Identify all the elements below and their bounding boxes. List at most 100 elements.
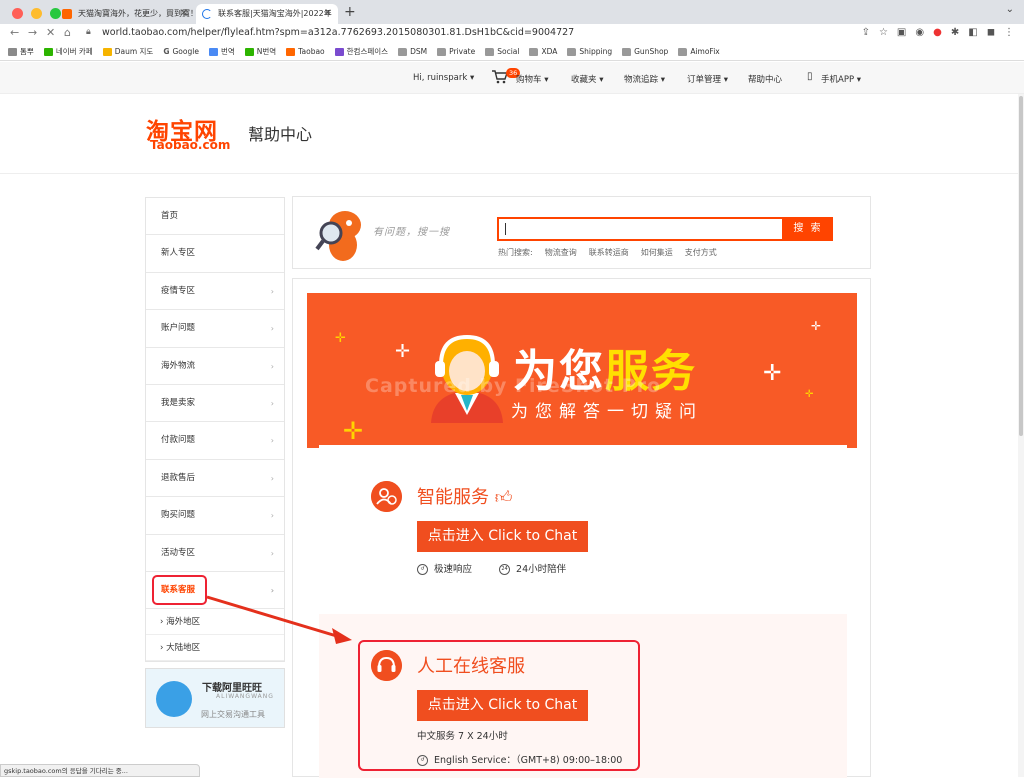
extension-icon[interactable]: ◉ [915,27,924,38]
orders-menu[interactable]: 订单管理 ▾ [687,73,728,85]
wangwang-title: 下载阿里旺旺 [202,683,262,694]
url-field[interactable]: world.taobao.com/helper/flyleaf.htm?spm=… [102,27,574,38]
sidepanel-icon[interactable]: ◧ [968,27,977,38]
tracking-menu[interactable]: 物流追踪 ▾ [624,73,665,85]
close-window-button[interactable] [12,8,23,19]
favorites-menu[interactable]: 收藏夹 ▾ [571,73,603,85]
bookmark-folder[interactable]: GunShop [622,47,668,56]
bookmark-star-icon[interactable]: ☆ [879,27,888,38]
service-banner: 为您服务 为您解答一切疑问 ✛ ✛ ✛ ✛ ✛ ✛ [307,293,857,448]
chevron-right-icon: › [270,473,274,483]
sidebar-item-purchase[interactable]: 购买问题 › [146,497,284,535]
close-tab-icon[interactable]: ✕ [324,4,332,24]
sidebar-subitem-overseas[interactable]: › 海外地区 [146,609,284,636]
chevron-right-icon: › [270,436,274,446]
hot-search-link[interactable]: 物流查询 [545,247,577,258]
hot-search-link[interactable]: 联系转运商 [589,247,629,258]
search-button[interactable]: 搜 索 [783,217,833,241]
search-input[interactable] [497,217,784,241]
annotation-highlight-box [358,640,640,771]
sidebar-subitem-mainland[interactable]: › 大陆地区 [146,635,284,662]
hot-search-link[interactable]: 支付方式 [685,247,717,258]
address-bar-row: ← → ✕ ⌂ 🔒︎ world.taobao.com/helper/flyle… [0,24,1024,43]
wangwang-latin: ALIWANGWANG [216,693,274,700]
home-icon[interactable]: ⌂ [64,26,71,39]
smart-service-card: 智能服务 👍︎ 点击进入 Click to Chat ↺ 极速响应 24 24小时陪… [319,445,847,614]
tab-search-chevron-icon[interactable]: ⌄ [1006,4,1014,15]
adblock-icon[interactable]: ● [933,27,942,38]
banner-title: 为您服务 [513,346,697,397]
help-search-panel: 有问题，搜一搜 搜 索 热门搜索: 物流查询 联系转运商 如何集运 支付方式 [292,196,871,269]
chevron-right-icon: › [270,324,274,334]
bookmark-item[interactable]: N번역 [244,46,276,57]
search-slogan: 有问题，搜一搜 [373,227,450,238]
wangwang-subtitle: 网上交易沟通工具 [201,710,265,719]
back-arrow-icon[interactable]: ← [10,26,19,39]
browser-tab-tmall[interactable]: 天猫淘寶海外，花更少，買到寶！ ✕ [56,4,194,24]
annotation-highlight-box [152,575,207,605]
bookmark-item[interactable]: 톰뿌 [8,46,34,57]
puzzle-extensions-icon[interactable]: ✱ [951,27,959,38]
bookmark-item[interactable]: G Google [163,47,199,56]
bookmark-folder[interactable]: Shipping [567,47,612,56]
bookmarks-bar: 톰뿌 네이버 카페 Daum 지도 G Google 번역 N번역 Taobao … [0,43,1024,61]
bookmark-item[interactable]: 네이버 카페 [43,46,93,57]
chevron-right-icon: › [270,361,274,371]
site-top-bar: Hi, ruinspark ▾ 36 购物车 ▾ 收藏夹 ▾ 物流追踪 ▾ 订单… [0,62,1024,94]
close-tab-icon[interactable]: ✕ [180,4,188,24]
cart-menu[interactable]: 购物车 ▾ [516,73,548,85]
scrollbar-thumb[interactable] [1019,96,1023,436]
sidebar-item-logistics[interactable]: 海外物流 › [146,348,284,385]
mobile-app-menu[interactable]: 手机APP ▾ [821,73,861,85]
chevron-right-icon: › [270,398,274,408]
share-icon[interactable]: ⇪ [862,27,870,38]
user-greeting-menu[interactable]: Hi, ruinspark ▾ [413,73,474,83]
browser-tab-contact[interactable]: 联系客服|天猫淘宝海外|2022年 ✕ [196,4,338,24]
sidebar-item-epidemic[interactable]: 疫情专区 › [146,273,284,311]
bookmark-item[interactable]: 한컴스페이스 [334,46,388,57]
taobao-logo-latin[interactable]: Taobao.com [150,138,230,152]
bookmark-folder[interactable]: DSM [398,47,427,56]
sidebar-item-home[interactable]: 首页 [146,198,284,236]
sidebar-item-events[interactable]: 活动专区 › [146,535,284,572]
site-header: 淘宝网 Taobao.com 幫助中心 [0,94,1024,174]
hours-24-icon: 24 [499,564,511,575]
minimize-window-button[interactable] [31,8,42,19]
chevron-right-icon: › [270,585,274,595]
mobile-phone-icon: ▯ [807,71,813,82]
bookmark-folder[interactable]: Social [485,47,519,56]
browser-status-bar: gskip.taobao.com의 응답을 기다리는 중... [0,764,200,777]
profile-avatar-icon[interactable]: ◼ [987,27,995,38]
extension-icon[interactable]: ▣ [897,27,906,38]
sidebar-item-account[interactable]: 账户问题 › [146,310,284,348]
aliwangwang-download-banner[interactable]: 下载阿里旺旺 ALIWANGWANG 网上交易沟通工具 [145,668,285,728]
menu-kebab-icon[interactable]: ⋮ [1004,27,1014,38]
sidebar-item-payment[interactable]: 付款问题 › [146,422,284,460]
stop-loading-icon[interactable]: ✕ [46,26,55,39]
hot-search-link[interactable]: 如何集运 [641,247,673,258]
bookmark-folder[interactable]: XDA [529,47,557,56]
page-title: 幫助中心 [248,125,313,144]
smart-chat-button[interactable]: 点击进入 Click to Chat [417,521,588,552]
help-center-link[interactable]: 帮助中心 [748,73,782,85]
new-tab-button[interactable]: + [344,4,356,20]
smart-service-title: 智能服务 👍︎ [417,487,513,508]
sidebar-item-seller[interactable]: 我是卖家 › [146,385,284,423]
bookmark-folder[interactable]: AimoFix [678,47,720,56]
sparkle-icon: ✛ [811,319,822,333]
sidebar-item-refund[interactable]: 退款售后 › [146,460,284,498]
sparkle-icon: ✛ [343,417,364,445]
hot-searches: 热门搜索: 物流查询 联系转运商 如何集运 支付方式 [498,247,717,258]
bookmark-item[interactable]: Daum 지도 [102,46,153,57]
hot-search-label: 热门搜索: [498,248,533,257]
chevron-right-icon: › [270,511,274,521]
bookmark-item[interactable]: 번역 [208,46,235,57]
browser-toolbar-icons: ⇪ ☆ ▣ ◉ ● ✱ ◧ ◼ ⋮ [862,27,1014,38]
sidebar-item-newbie[interactable]: 新人专区 [146,235,284,273]
forward-arrow-icon[interactable]: → [28,26,37,39]
sparkle-icon: ✛ [395,341,411,362]
lock-icon[interactable]: 🔒︎ [86,27,91,37]
tab-title: 联系客服|天猫淘宝海外|2022年 [218,9,332,18]
bookmark-item[interactable]: Taobao [286,47,325,56]
bookmark-folder[interactable]: Private [437,47,475,56]
